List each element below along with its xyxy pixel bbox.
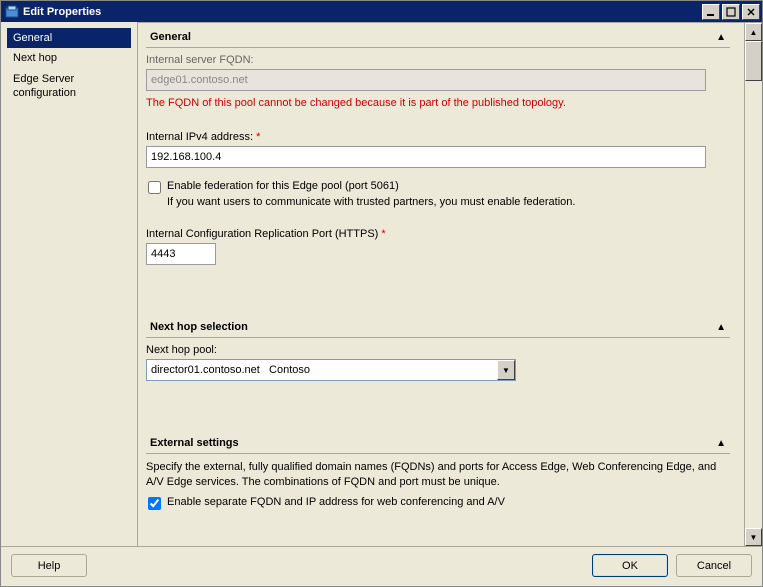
window-title: Edit Properties [23,6,702,18]
external-description: Specify the external, fully qualified do… [146,460,730,490]
fqdn-input [146,69,706,91]
ipv4-label: Internal IPv4 address: * [146,131,730,143]
ok-button[interactable]: OK [592,554,668,577]
section-title: Next hop selection [150,321,716,333]
nav-item-next-hop[interactable]: Next hop [7,48,131,68]
next-hop-pool-label: Next hop pool: [146,344,730,356]
vertical-scrollbar[interactable]: ▲ ▼ [744,23,762,546]
repl-port-input[interactable] [146,243,216,265]
help-button[interactable]: Help [11,554,87,577]
repl-port-label: Internal Configuration Replication Port … [146,228,730,240]
section-title: External settings [150,437,716,449]
scroll-thumb[interactable] [745,41,762,81]
federation-checkbox[interactable] [148,181,161,194]
minimize-button[interactable] [702,4,720,20]
dialog-footer: Help OK Cancel [1,546,762,586]
ipv4-input[interactable] [146,146,706,168]
nav-item-general[interactable]: General [7,28,131,48]
chevron-down-icon[interactable]: ▼ [497,360,515,380]
next-hop-pool-value[interactable] [146,359,516,381]
fqdn-warning: The FQDN of this pool cannot be changed … [146,97,730,109]
required-marker: * [381,228,385,240]
federation-hint: If you want users to communicate with tr… [167,196,730,208]
required-marker: * [256,131,260,143]
section-title: General [150,31,716,43]
content-pane: General ▲ Internal server FQDN: The FQDN… [138,23,744,546]
scroll-down-button[interactable]: ▼ [745,528,762,546]
scroll-track[interactable] [745,41,762,528]
federation-label: Enable federation for this Edge pool (po… [167,180,399,192]
nav-sidebar: General Next hop Edge Server configurati… [1,22,137,546]
collapse-icon: ▲ [716,438,726,449]
section-header-external[interactable]: External settings ▲ [146,429,730,454]
separate-fqdn-label: Enable separate FQDN and IP address for … [167,496,505,508]
scroll-up-button[interactable]: ▲ [745,23,762,41]
nav-item-edge-server-config[interactable]: Edge Server configuration [7,68,131,105]
collapse-icon: ▲ [716,322,726,333]
close-button[interactable] [742,4,760,20]
maximize-button[interactable] [722,4,740,20]
title-bar: Edit Properties [0,0,763,22]
app-icon [5,5,19,19]
section-header-general[interactable]: General ▲ [146,23,730,48]
section-header-next-hop[interactable]: Next hop selection ▲ [146,313,730,338]
collapse-icon: ▲ [716,32,726,43]
window-buttons [702,4,760,20]
separate-fqdn-checkbox[interactable] [148,497,161,510]
next-hop-pool-dropdown[interactable]: ▼ [146,359,516,381]
cancel-button[interactable]: Cancel [676,554,752,577]
fqdn-label: Internal server FQDN: [146,54,730,66]
